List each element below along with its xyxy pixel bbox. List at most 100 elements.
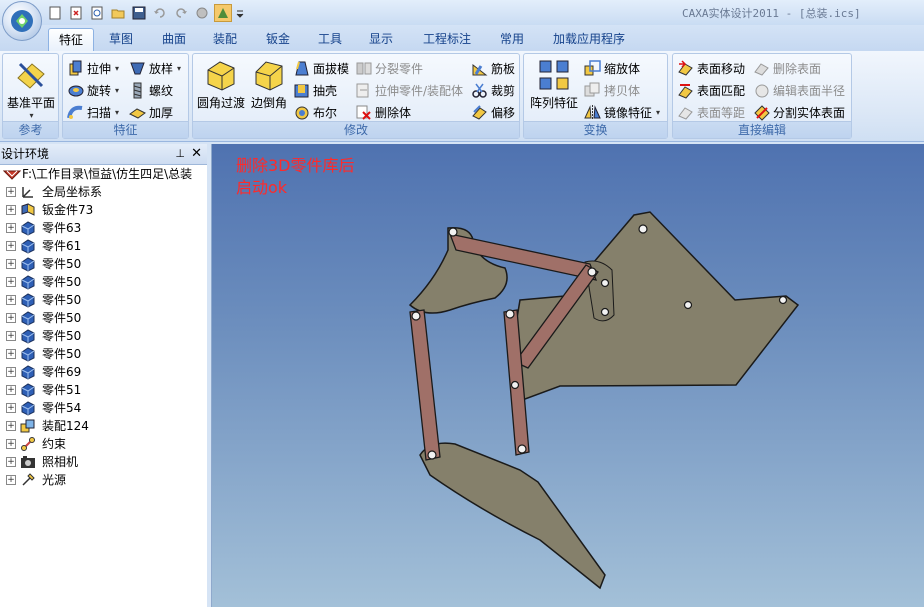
scale-body-button[interactable]: 缩放体: [584, 58, 640, 78]
redo-icon[interactable]: [172, 4, 190, 22]
expand-icon[interactable]: +: [6, 277, 16, 287]
extrude-dropdown-icon[interactable]: ▾: [115, 64, 119, 73]
rib-button[interactable]: 筋板: [471, 58, 515, 78]
extrude-part-button[interactable]: 拉伸零件/装配体: [355, 80, 463, 100]
tree-item[interactable]: + 装配124: [0, 417, 207, 435]
tab-sketch[interactable]: 草图: [99, 28, 143, 50]
tree-root[interactable]: F:\工作目录\恒益\仿生四足\总装: [0, 165, 207, 183]
open-folder-icon[interactable]: [109, 4, 127, 22]
expand-icon[interactable]: +: [6, 457, 16, 467]
expand-icon[interactable]: +: [6, 313, 16, 323]
expand-icon[interactable]: +: [6, 403, 16, 413]
expand-icon[interactable]: +: [6, 295, 16, 305]
tab-addins[interactable]: 加载应用程序: [543, 28, 635, 50]
tab-sheet-metal[interactable]: 钣金: [256, 28, 300, 50]
customize-qat-icon[interactable]: [235, 4, 245, 22]
offset-button[interactable]: 偏移: [471, 102, 515, 122]
open-recent-icon[interactable]: [67, 4, 85, 22]
tree-item[interactable]: + 光源: [0, 471, 207, 489]
tab-common[interactable]: 常用: [490, 28, 534, 50]
tab-surface[interactable]: 曲面: [152, 28, 196, 50]
render-icon[interactable]: [193, 4, 211, 22]
expand-icon[interactable]: +: [6, 421, 16, 431]
split-solid-face-button[interactable]: 分割实体表面: [753, 102, 845, 122]
body-plate[interactable]: [509, 211, 800, 404]
expand-icon[interactable]: +: [6, 385, 16, 395]
sweep-dropdown-icon[interactable]: ▾: [115, 108, 119, 117]
expand-icon[interactable]: +: [6, 367, 16, 377]
expand-icon[interactable]: +: [6, 187, 16, 197]
tree-item[interactable]: + 零件69: [0, 363, 207, 381]
tree-item[interactable]: + 零件50: [0, 327, 207, 345]
tree-item-label: 约束: [42, 437, 67, 451]
tree-item[interactable]: + 照相机: [0, 453, 207, 471]
tab-tools[interactable]: 工具: [308, 28, 352, 50]
tree-item[interactable]: + 零件50: [0, 345, 207, 363]
mirror-feature-button[interactable]: 镜像特征 ▾: [584, 102, 660, 122]
caxa-logo-icon: [11, 10, 33, 32]
revolve-button[interactable]: 旋转 ▾: [67, 80, 119, 100]
datum-plane-button[interactable]: 基准平面 ▾: [5, 58, 57, 120]
expand-icon[interactable]: +: [6, 475, 16, 485]
pin-icon[interactable]: ⊥: [175, 144, 185, 164]
tree-item[interactable]: + 全局坐标系: [0, 183, 207, 201]
tab-display[interactable]: 显示: [359, 28, 403, 50]
foot-plate[interactable]: [419, 442, 606, 590]
expand-icon[interactable]: +: [6, 439, 16, 449]
tree-item[interactable]: + 钣金件73: [0, 201, 207, 219]
offset-icon: [472, 104, 487, 120]
expand-icon[interactable]: +: [6, 331, 16, 341]
face-equidistant-button[interactable]: 表面等距: [677, 102, 745, 122]
tree-item[interactable]: + 零件50: [0, 291, 207, 309]
mirror-dropdown-icon[interactable]: ▾: [656, 108, 660, 117]
loft-dropdown-icon[interactable]: ▾: [177, 64, 181, 73]
shell-button[interactable]: 抽壳: [293, 80, 337, 100]
thicken-button[interactable]: 加厚: [129, 102, 173, 122]
tree-item[interactable]: + 零件63: [0, 219, 207, 237]
tree-item[interactable]: + 零件50: [0, 273, 207, 291]
close-icon[interactable]: ✕: [191, 144, 202, 164]
move-face-button[interactable]: 表面移动: [677, 58, 745, 78]
revolve-dropdown-icon[interactable]: ▾: [115, 86, 119, 95]
tab-annotation[interactable]: 工程标注: [413, 28, 481, 50]
boolean-button[interactable]: 布尔: [293, 102, 337, 122]
tree-item[interactable]: + 零件61: [0, 237, 207, 255]
tab-assembly[interactable]: 装配: [203, 28, 247, 50]
reopen-icon[interactable]: [88, 4, 106, 22]
expand-icon[interactable]: +: [6, 223, 16, 233]
tree-item[interactable]: + 零件51: [0, 381, 207, 399]
design-wizard-icon[interactable]: [214, 4, 232, 22]
expand-icon[interactable]: +: [6, 259, 16, 269]
expand-icon[interactable]: +: [6, 205, 16, 215]
tree-item[interactable]: + 零件54: [0, 399, 207, 417]
fillet-button[interactable]: 圆角过渡: [197, 58, 245, 111]
thread-button[interactable]: 螺纹: [129, 80, 173, 100]
copy-body-button[interactable]: 拷贝体: [584, 80, 640, 100]
tree-item[interactable]: + 零件50: [0, 309, 207, 327]
split-part-button[interactable]: 分裂零件: [355, 58, 423, 78]
delete-body-button[interactable]: 删除体: [355, 102, 411, 122]
match-face-button[interactable]: 表面匹配: [677, 80, 745, 100]
tree-item[interactable]: + 零件50: [0, 255, 207, 273]
undo-icon[interactable]: [151, 4, 169, 22]
tab-feature[interactable]: 特征: [48, 28, 95, 51]
trim-button[interactable]: 裁剪: [471, 80, 515, 100]
chamfer-button[interactable]: 边倒角: [249, 58, 289, 111]
expand-icon[interactable]: +: [6, 241, 16, 251]
tree-item[interactable]: + 约束: [0, 435, 207, 453]
3d-viewport[interactable]: 删除3D零件库后 启动ok: [212, 144, 924, 607]
datum-plane-dropdown-icon[interactable]: ▾: [6, 111, 57, 120]
link-left-vertical[interactable]: [409, 309, 441, 461]
array-feature-button[interactable]: 阵列特征: [528, 58, 580, 111]
sweep-button[interactable]: 扫描 ▾: [67, 102, 119, 122]
new-file-icon[interactable]: [46, 4, 64, 22]
save-icon[interactable]: [130, 4, 148, 22]
expand-icon[interactable]: +: [6, 349, 16, 359]
edit-face-radius-button[interactable]: 编辑表面半径: [753, 80, 845, 100]
draft-button[interactable]: 面拔模: [293, 58, 349, 78]
delete-face-button[interactable]: 删除表面: [753, 58, 821, 78]
mechanism-model[interactable]: [212, 144, 924, 607]
loft-button[interactable]: 放样 ▾: [129, 58, 181, 78]
extrude-button[interactable]: 拉伸 ▾: [67, 58, 119, 78]
application-menu-button[interactable]: [2, 1, 42, 41]
